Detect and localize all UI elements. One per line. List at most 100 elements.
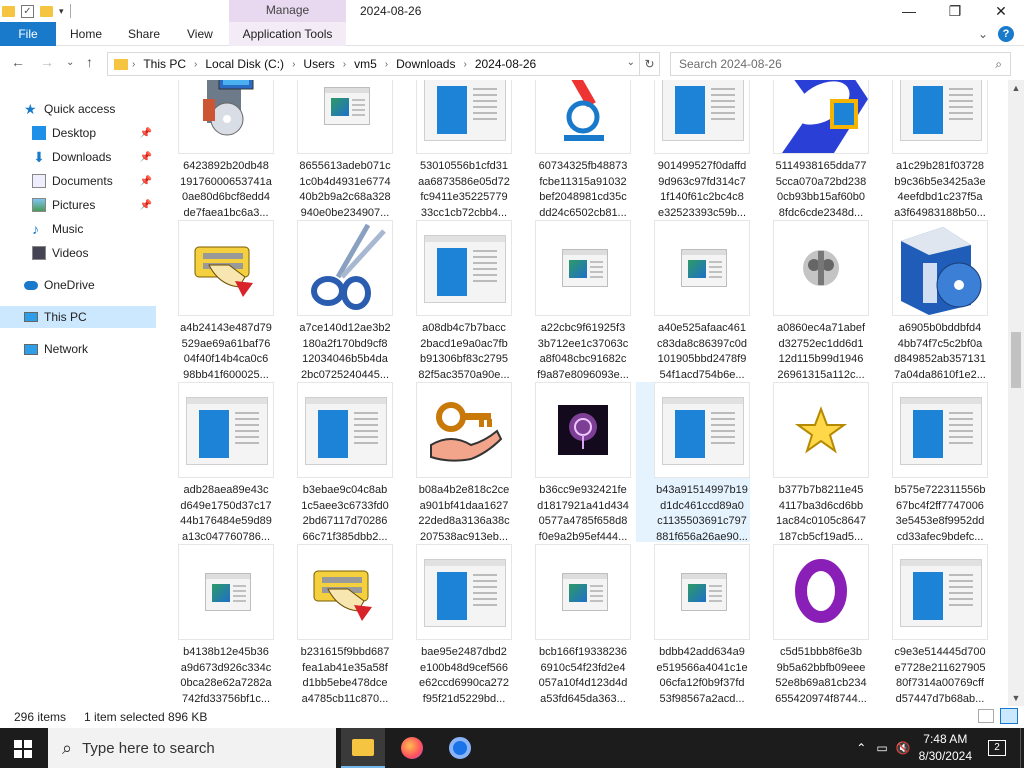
file-item[interactable]: 8655613adeb071c 1c0b4d4931e6774 40b2b9a2c6… bbox=[279, 80, 393, 219]
up-arrow-icon[interactable]: ↑ bbox=[86, 54, 93, 70]
nav-music[interactable]: ♪ Music bbox=[32, 218, 156, 240]
file-item[interactable]: b43a91514997b19 d1dc461ccd89a0 c1135503691… bbox=[636, 382, 750, 543]
crumb-downloads[interactable]: Downloads bbox=[396, 57, 455, 71]
file-name: bcb166f19338236 6910c54f23fd2e4 057a10f4d1… bbox=[538, 646, 628, 705]
taskbar-chrome[interactable] bbox=[438, 728, 482, 768]
refresh-button[interactable]: ↻ bbox=[640, 52, 660, 76]
file-item[interactable]: b377b7b8211e45 4117ba3d6cd6bb 1ac84c0105c8… bbox=[755, 382, 869, 543]
large-icons-view-icon[interactable] bbox=[1000, 708, 1018, 724]
clock[interactable]: 7:48 AM 8/30/2024 bbox=[919, 731, 972, 765]
show-desktop-button[interactable] bbox=[1020, 728, 1024, 768]
file-item[interactable]: a40e525afaac461 c83da8c86397c0d 101905bbd2… bbox=[636, 220, 750, 381]
expand-ribbon-icon[interactable]: ⌄ bbox=[978, 27, 988, 41]
file-item[interactable]: 6423892b20db48 19176000653741a 0ae80d6bcf8… bbox=[160, 80, 274, 219]
crumb-users[interactable]: Users bbox=[303, 57, 334, 71]
search-icon: ⌕ bbox=[995, 57, 1002, 71]
file-item[interactable]: b36cc9e932421fe d1817921a41d434 0577a4785f… bbox=[517, 382, 631, 543]
file-item[interactable]: a0860ec4a71abef d32752ec1dd6d1 12d115b99d1… bbox=[755, 220, 869, 381]
file-item[interactable]: 60734325fb48873 fcbe11315a91032 bef2048981… bbox=[517, 80, 631, 219]
file-item[interactable]: bae95e2487dbd2 e100b48d9cef566 e62ccd6990c… bbox=[398, 544, 512, 705]
nav-network[interactable]: Network bbox=[24, 338, 156, 360]
file-item[interactable]: a08db4c7b7bacc 2bacd1e9a0ac7fb b91306bf83c… bbox=[398, 220, 512, 381]
file-item[interactable]: 5114938165dda77 5cca070a72bd238 0cb93bb15a… bbox=[755, 80, 869, 219]
customize-qat-icon[interactable]: ▾ bbox=[59, 6, 64, 17]
nav-quick-access[interactable]: ★ Quick access bbox=[24, 98, 156, 120]
address-dropdown-icon[interactable]: ⌄ bbox=[627, 57, 635, 68]
recent-locations-icon[interactable]: ⌄ bbox=[66, 57, 74, 68]
file-item[interactable]: adb28aea89e43c d649e1750d37c17 44b176484e5… bbox=[160, 382, 274, 543]
chevron-right-icon[interactable]: › bbox=[463, 59, 466, 70]
taskbar-firefox[interactable] bbox=[390, 728, 434, 768]
item-count: 296 items bbox=[14, 710, 67, 724]
file-item[interactable]: a22cbc9f61925f3 3b712ee1c37063c a8f048cbc9… bbox=[517, 220, 631, 381]
close-button[interactable]: ✕ bbox=[978, 0, 1024, 22]
nav-desktop[interactable]: Desktop 📌 bbox=[32, 122, 156, 144]
crumb-2024-08-26[interactable]: 2024-08-26 bbox=[475, 57, 536, 71]
start-button[interactable] bbox=[14, 740, 32, 758]
search-input[interactable]: Search 2024-08-26 ⌕ bbox=[670, 52, 1011, 76]
notification-center-icon[interactable]: 2 bbox=[988, 740, 1006, 756]
nav-videos[interactable]: Videos bbox=[32, 242, 156, 264]
chevron-right-icon[interactable]: › bbox=[292, 59, 295, 70]
file-item[interactable]: a6905b0bddbfd4 4bb74f7c5c2bf0a d849852ab35… bbox=[874, 220, 988, 381]
chevron-up-icon[interactable]: ⌃ bbox=[856, 741, 866, 755]
file-item[interactable]: 901499527f0daffd 9d963c97fd314c7 1f140f61c… bbox=[636, 80, 750, 219]
details-view-icon[interactable] bbox=[978, 709, 994, 723]
nav-onedrive[interactable]: OneDrive bbox=[24, 274, 156, 296]
scroll-down-icon[interactable]: ▼ bbox=[1008, 690, 1024, 706]
minimize-button[interactable]: — bbox=[886, 0, 932, 22]
tab-home[interactable]: Home bbox=[70, 22, 102, 46]
scrollbar-thumb[interactable] bbox=[1011, 332, 1021, 388]
tab-share[interactable]: Share bbox=[128, 22, 160, 46]
file-item[interactable]: bcb166f19338236 6910c54f23fd2e4 057a10f4d1… bbox=[517, 544, 631, 705]
file-item[interactable]: b4138b12e45b36 a9d673d926c334c 0bca28e62a7… bbox=[160, 544, 274, 705]
file-item[interactable]: c5d51bbb8f6e3b 9b5a62bbfb09eee 52e8b69a81c… bbox=[755, 544, 869, 705]
file-item[interactable]: b08a4b2e818c2ce a901bf41daa1627 22ded8a313… bbox=[398, 382, 512, 543]
help-icon[interactable]: ? bbox=[998, 26, 1014, 42]
file-item[interactable]: b231615f9bbd687 fea1ab41e35a58f d1bb5ebe47… bbox=[279, 544, 393, 705]
scroll-up-icon[interactable]: ▲ bbox=[1008, 80, 1024, 96]
file-item[interactable]: a7ce140d12ae3b2 180a2f170bd9cf8 12034046b5… bbox=[279, 220, 393, 381]
maximize-button[interactable]: ❐ bbox=[932, 0, 978, 22]
file-item[interactable]: 53010556b1cfd31 aa6873586e05d72 fc9411e352… bbox=[398, 80, 512, 219]
taskbar-file-explorer[interactable] bbox=[341, 728, 385, 768]
forward-arrow-icon[interactable]: → bbox=[40, 54, 54, 70]
nav-this-pc[interactable]: This PC bbox=[0, 306, 156, 328]
address-row: ← → ⌄ ↑ › This PC › Local Disk (C:) › Us… bbox=[0, 46, 1024, 80]
file-item[interactable]: c9e3e514445d700 e7728e211627905 80f7314a00… bbox=[874, 544, 988, 705]
chevron-right-icon[interactable]: › bbox=[194, 59, 197, 70]
back-arrow-icon[interactable]: ← bbox=[11, 54, 25, 70]
pin-icon[interactable]: 📌 bbox=[140, 200, 152, 211]
crumb-vm5[interactable]: vm5 bbox=[354, 57, 377, 71]
address-bar[interactable]: › This PC › Local Disk (C:) › Users › vm… bbox=[107, 52, 640, 76]
taskbar-search[interactable]: ⌕ Type here to search bbox=[48, 728, 336, 768]
nav-documents[interactable]: Documents 📌 bbox=[32, 170, 156, 192]
quick-access-toolbar: ✓ ▾ bbox=[0, 2, 71, 20]
nav-pictures[interactable]: Pictures 📌 bbox=[32, 194, 156, 216]
file-item[interactable]: a4b24143e487d79 529ae69a61baf76 04f40f14b4… bbox=[160, 220, 274, 381]
crumb-local-disk[interactable]: Local Disk (C:) bbox=[205, 57, 284, 71]
pin-icon[interactable]: 📌 bbox=[140, 152, 152, 163]
speaker-muted-icon[interactable]: 🔇 bbox=[896, 741, 911, 755]
tab-application-tools[interactable]: Application Tools bbox=[229, 22, 346, 46]
vertical-scrollbar[interactable]: ▲ ▼ bbox=[1008, 80, 1024, 706]
file-item[interactable]: a1c29b281f03728 b9c36b5e3425a3e 4eefdbd1c2… bbox=[874, 80, 988, 219]
nav-downloads[interactable]: ⬇ Downloads 📌 bbox=[32, 146, 156, 168]
file-item[interactable]: bdbb42add634a9 e519566a4041c1e 06cfa12f0b9… bbox=[636, 544, 750, 705]
tab-view[interactable]: View bbox=[187, 22, 213, 46]
manage-context-tab[interactable]: Manage bbox=[229, 0, 346, 22]
file-name: b377b7b8211e45 4117ba3d6cd6bb 1ac84c0105c8… bbox=[776, 484, 866, 543]
file-item[interactable]: b575e722311556b 67bc4f2ff7747006 3e5453e8f… bbox=[874, 382, 988, 543]
chevron-right-icon[interactable]: › bbox=[343, 59, 346, 70]
network-status-icon[interactable]: ▭ bbox=[876, 741, 887, 755]
tab-file[interactable]: File bbox=[0, 22, 56, 46]
new-folder-icon[interactable] bbox=[40, 5, 53, 17]
pin-icon[interactable]: 📌 bbox=[140, 176, 152, 187]
properties-icon[interactable]: ✓ bbox=[21, 4, 34, 18]
file-item[interactable]: b3ebae9c04c8ab 1c5aee3c6733fd0 2bd67117d70… bbox=[279, 382, 393, 543]
pin-icon[interactable]: 📌 bbox=[140, 128, 152, 139]
chevron-right-icon[interactable]: › bbox=[132, 59, 135, 70]
chevron-right-icon[interactable]: › bbox=[385, 59, 388, 70]
crumb-this-pc[interactable]: This PC bbox=[143, 57, 186, 71]
gray-blob-icon bbox=[773, 220, 869, 316]
